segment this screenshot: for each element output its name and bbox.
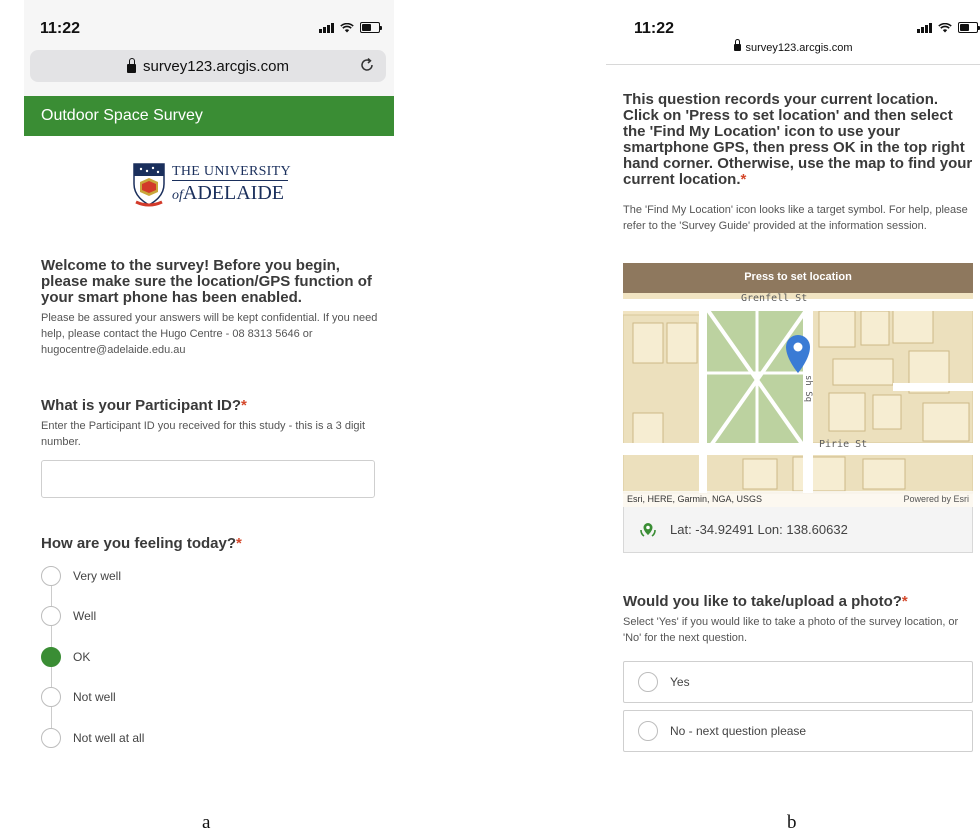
participant-id-description: Enter the Participant ID you received fo… xyxy=(41,420,366,448)
logo-line-1: THE UNIVERSITY xyxy=(172,164,291,179)
participant-id-label: What is your Participant ID? xyxy=(41,397,242,414)
radio-very-well[interactable]: Very well xyxy=(41,564,121,588)
street-label-grenfell: Grenfell St xyxy=(741,293,808,304)
location-label: This question records your current locat… xyxy=(623,91,973,188)
gps-location-icon[interactable] xyxy=(638,520,658,540)
required-asterisk: * xyxy=(901,593,908,610)
welcome-description: Please be assured your answers will be k… xyxy=(41,312,378,356)
logo-of: of xyxy=(172,188,183,203)
logo-line-2: ofADELAIDE xyxy=(172,182,284,205)
logo-adelaide: ADELAIDE xyxy=(182,182,284,204)
feeling-question: How are you feeling today?* xyxy=(41,536,242,552)
battery-icon xyxy=(958,22,980,33)
radio-button[interactable] xyxy=(41,606,61,626)
radio-label: Yes xyxy=(670,675,690,689)
radio-button[interactable] xyxy=(638,672,658,692)
radio-button[interactable] xyxy=(638,721,658,741)
signal-icon xyxy=(917,22,932,33)
status-time: 11:22 xyxy=(40,20,81,37)
powered-by-text: Powered by Esri xyxy=(903,494,969,504)
photo-question: Would you like to take/upload a photo?* xyxy=(623,594,908,610)
wifi-icon xyxy=(938,22,952,32)
map-attribution-text: Esri, HERE, Garmin, NGA, USGS xyxy=(627,494,763,504)
caption-b: b xyxy=(787,812,797,833)
status-icons xyxy=(917,22,980,33)
coordinates-readout: Lat: -34.92491 Lon: 138.60632 xyxy=(623,507,973,553)
participant-id-input[interactable] xyxy=(41,460,375,498)
address-bar-compact[interactable]: survey123.arcgis.com xyxy=(606,39,980,54)
photo-label: Would you like to take/upload a photo? xyxy=(623,593,902,610)
lock-icon xyxy=(733,39,741,51)
required-asterisk: * xyxy=(740,171,747,188)
url-text: survey123.arcgis.com xyxy=(143,57,289,75)
radio-label: Very well xyxy=(73,569,122,583)
survey-header: Outdoor Space Survey xyxy=(24,96,394,136)
status-time: 11:22 xyxy=(634,20,675,37)
address-bar[interactable]: survey123.arcgis.com xyxy=(30,50,386,82)
battery-icon xyxy=(360,22,382,33)
radio-not-well[interactable]: Not well xyxy=(41,685,116,709)
photo-description: Select 'Yes' if you would like to take a… xyxy=(623,616,959,644)
street-label-square: sh Sq xyxy=(803,375,813,403)
radio-label: Well xyxy=(73,609,97,623)
location-question: This question records your current locat… xyxy=(623,92,973,188)
required-asterisk: * xyxy=(236,535,242,552)
required-asterisk: * xyxy=(241,397,247,414)
radio-label: Not well xyxy=(73,690,116,704)
location-map[interactable]: Press to set location Grenfell St Pirie … xyxy=(623,263,973,507)
photo-option-no[interactable]: No - next question please xyxy=(623,710,973,752)
reload-icon[interactable] xyxy=(358,56,376,74)
set-location-button[interactable]: Press to set location xyxy=(623,263,973,293)
radio-button-selected[interactable] xyxy=(41,647,61,667)
url-text: survey123.arcgis.com xyxy=(745,42,853,54)
location-description: The 'Find My Location' icon looks like a… xyxy=(623,204,968,232)
university-logo: THE UNIVERSITY ofADELAIDE xyxy=(132,160,302,220)
status-bar: 11:22 xyxy=(24,0,394,50)
status-icons xyxy=(319,22,382,33)
phone-screenshot-a: 11:22 survey123.arcgis.com Outdoor Space… xyxy=(24,0,394,770)
map-attribution: Esri, HERE, Garmin, NGA, USGS Powered by… xyxy=(623,491,973,507)
participant-id-question: What is your Participant ID?* xyxy=(41,398,247,414)
radio-button[interactable] xyxy=(41,687,61,707)
street-label-pirie: Pirie St xyxy=(819,439,868,450)
radio-well[interactable]: Well xyxy=(41,604,96,628)
survey-form-page: THE UNIVERSITY ofADELAIDE Welcome to the… xyxy=(24,136,394,770)
radio-label: OK xyxy=(73,650,91,664)
photo-option-yes[interactable]: Yes xyxy=(623,661,973,703)
radio-button[interactable] xyxy=(41,566,61,586)
phone-screenshot-b: 11:22 survey123.arcgis.com This question… xyxy=(606,0,980,770)
wifi-icon xyxy=(340,22,354,32)
radio-button[interactable] xyxy=(41,728,61,748)
lat-lon-text: Lat: -34.92491 Lon: 138.60632 xyxy=(670,522,848,537)
crest-icon xyxy=(133,163,165,207)
welcome-title: Welcome to the survey! Before you begin,… xyxy=(41,257,372,306)
address-divider xyxy=(606,64,980,65)
logo-rule xyxy=(172,180,288,181)
caption-a: a xyxy=(202,812,211,833)
lock-icon xyxy=(127,57,137,73)
radio-not-well-at-all[interactable]: Not well at all xyxy=(41,726,144,750)
radio-ok[interactable]: OK xyxy=(41,645,90,669)
radio-label: Not well at all xyxy=(73,731,145,745)
feeling-label: How are you feeling today? xyxy=(41,535,237,552)
signal-icon xyxy=(319,22,334,33)
radio-label: No - next question please xyxy=(670,724,807,738)
